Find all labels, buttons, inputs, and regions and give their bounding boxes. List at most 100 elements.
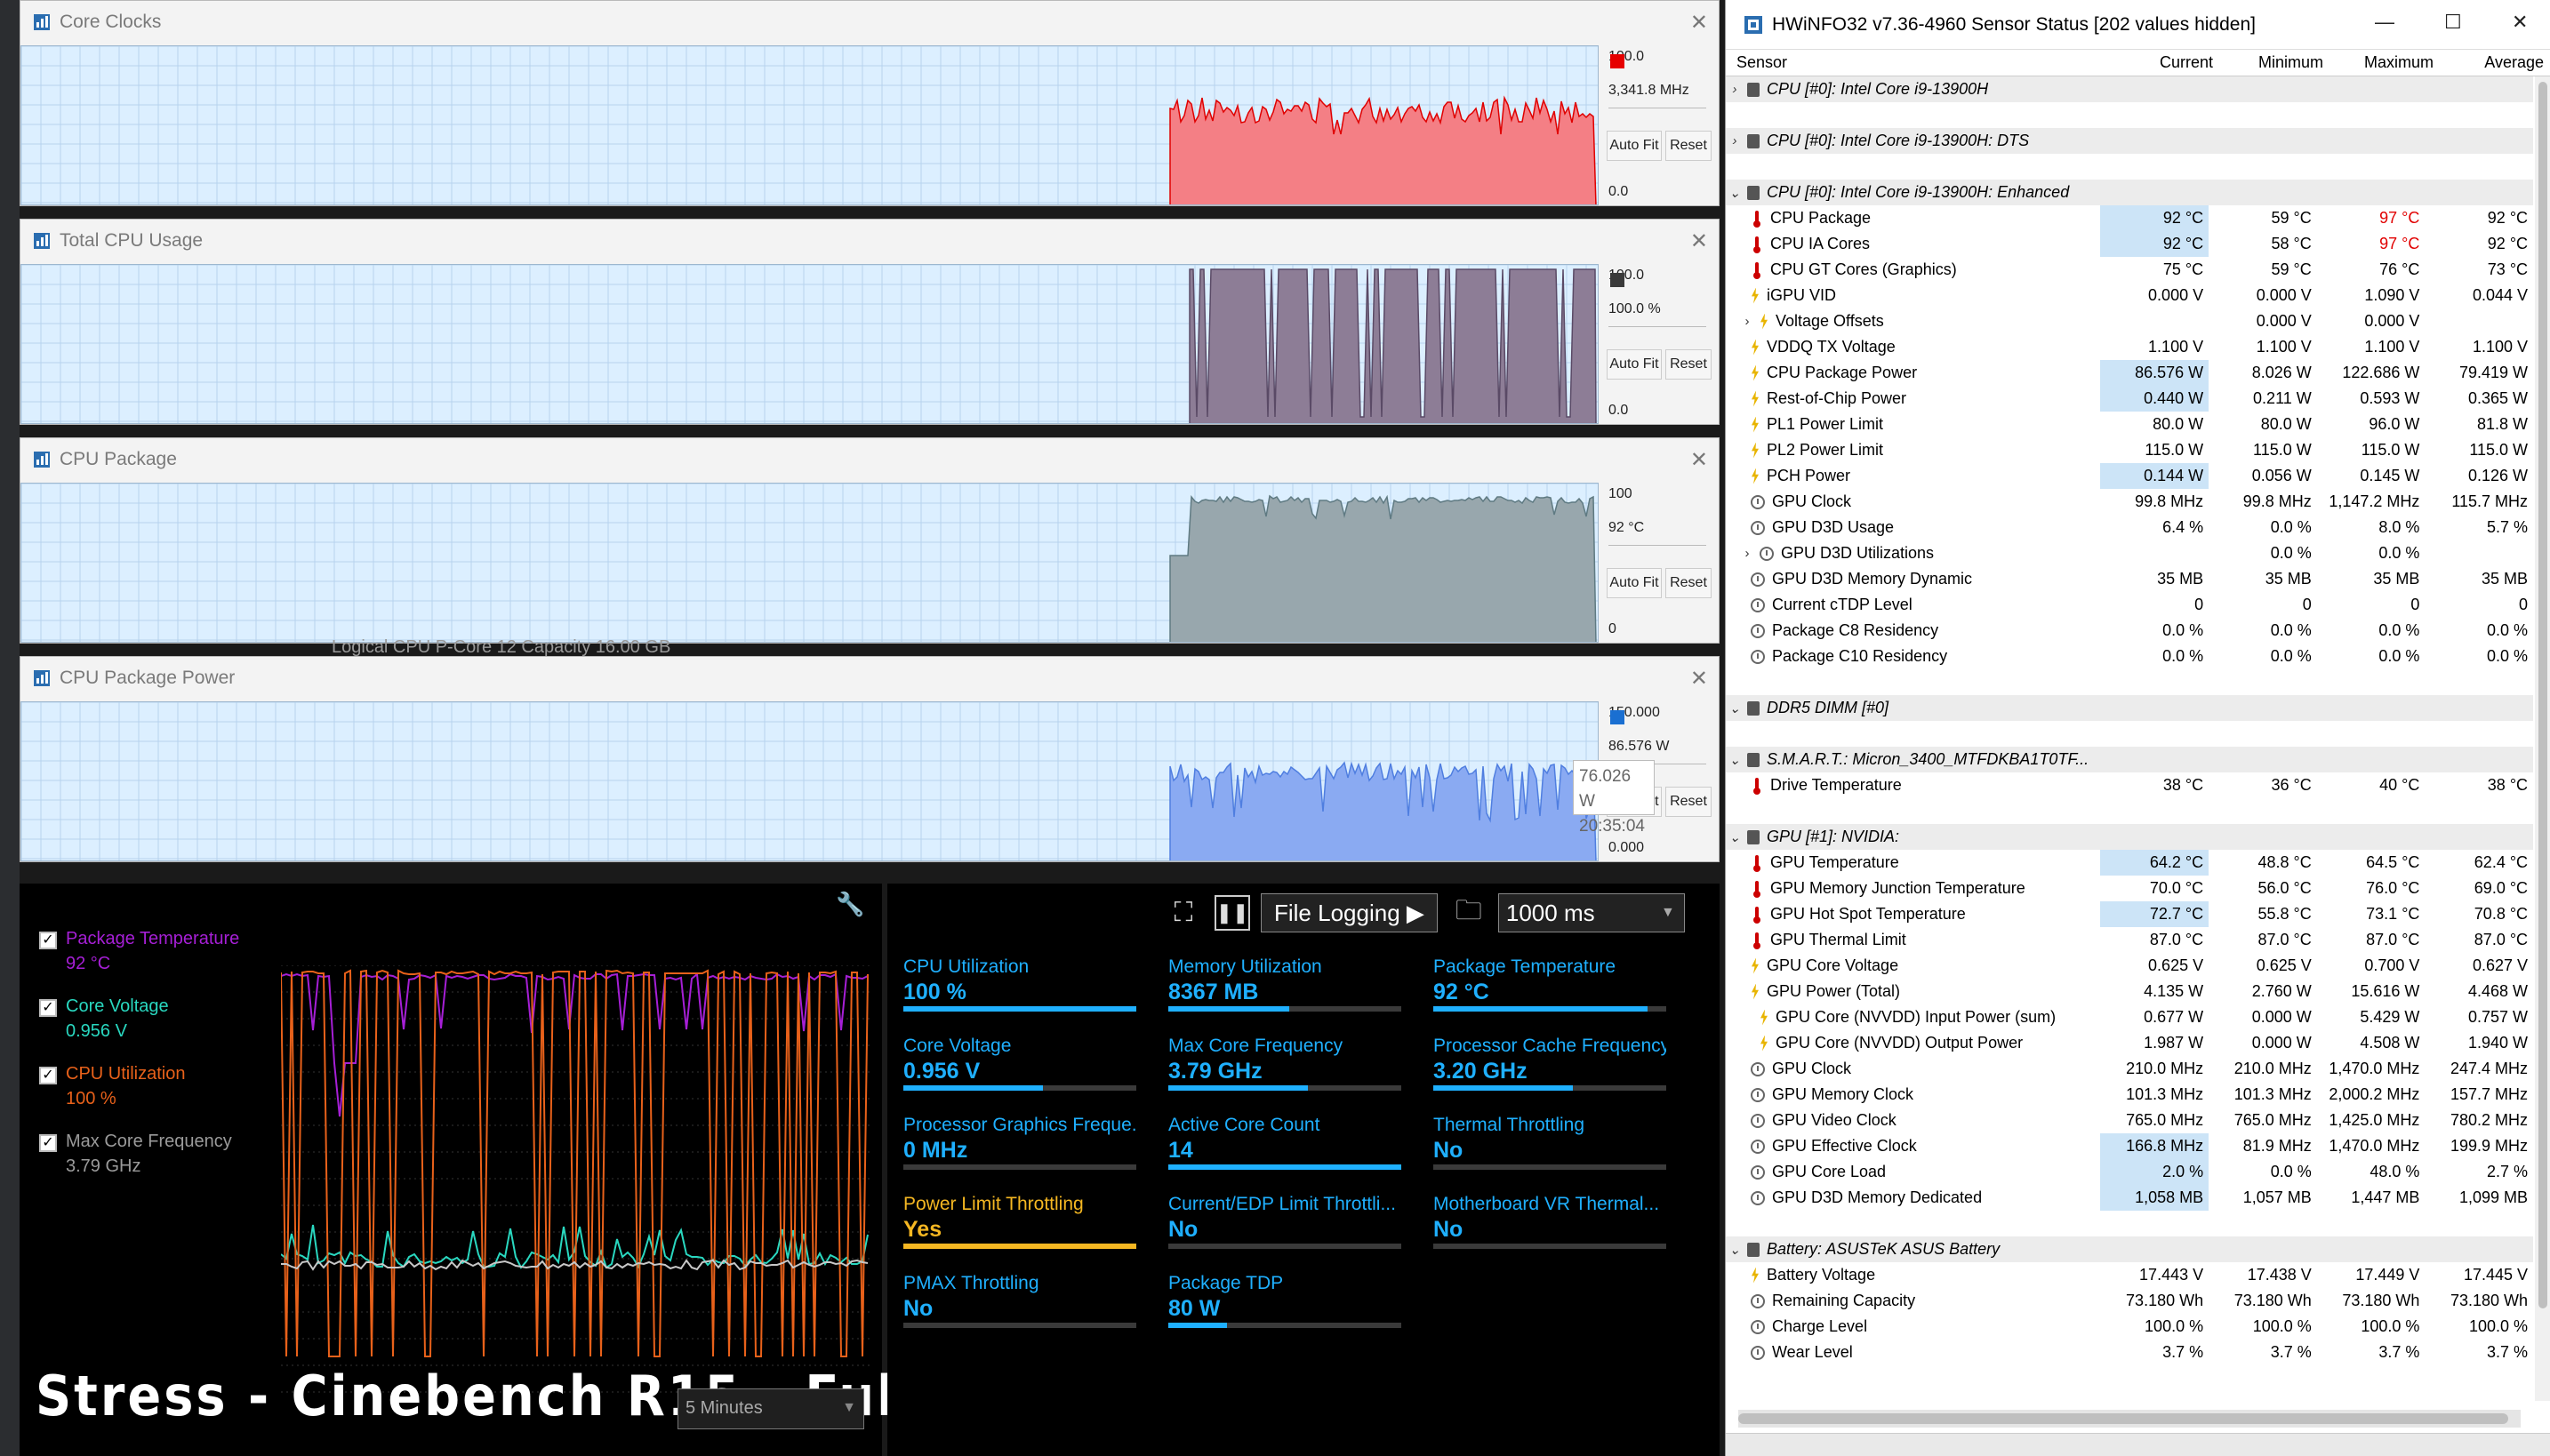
sensor-row[interactable]: PL2 Power Limit 115.0 W 115.0 W 115.0 W 115.… — [1726, 437, 2533, 463]
auto-fit-button[interactable]: Auto Fit — [1607, 568, 1662, 598]
column-maximum[interactable]: Maximum — [2329, 53, 2439, 72]
legend-checkbox[interactable]: ✓ — [39, 1067, 57, 1084]
close-icon[interactable]: ✕ — [1690, 228, 1708, 254]
minimize-icon[interactable]: — — [2375, 11, 2394, 34]
sensor-group-row[interactable]: ⌄ S.M.A.R.T.: Micron_3400_MTFDKBA1T0TF... — [1726, 747, 2533, 772]
sensor-group-row[interactable]: ⌄ GPU [#1]: NVIDIA: — [1726, 824, 2533, 850]
reset-button[interactable]: Reset — [1665, 568, 1712, 598]
close-icon[interactable]: ✕ — [2512, 11, 2528, 34]
expand-chevron-icon[interactable]: ⌄ — [1726, 752, 1744, 768]
metric-tile[interactable]: PMAX Throttling No — [903, 1273, 1136, 1344]
vertical-scrollbar-thumb[interactable] — [2538, 82, 2547, 1308]
sensor-group-row[interactable]: ⌄ DDR5 DIMM [#0] — [1726, 695, 2533, 721]
column-average[interactable]: Average — [2439, 53, 2549, 72]
sensor-row[interactable]: GPU Thermal Limit 87.0 °C 87.0 °C 87.0 °C 87… — [1726, 927, 2533, 953]
series-color-swatch[interactable] — [1610, 710, 1624, 724]
sensor-row[interactable]: GPU D3D Usage 6.4 % 0.0 % 8.0 % 5.7 % — [1726, 515, 2533, 540]
sensor-row[interactable]: CPU Package 92 °C 59 °C 97 °C 92 °C — [1726, 205, 2533, 231]
folder-icon[interactable]: 🗀 — [1448, 892, 1489, 933]
sensor-row[interactable]: GPU Effective Clock 166.8 MHz 81.9 MHz 1,47… — [1726, 1133, 2533, 1159]
sensor-row[interactable]: GPU Core Load 2.0 % 0.0 % 48.0 % 2.7 % — [1726, 1159, 2533, 1185]
sensor-row[interactable]: Package C8 Residency 0.0 % 0.0 % 0.0 % 0.0 % — [1726, 618, 2533, 644]
sensor-row[interactable]: VDDQ TX Voltage 1.100 V 1.100 V 1.100 V 1.10… — [1726, 334, 2533, 360]
sensor-row[interactable]: Battery Voltage 17.443 V 17.438 V 17.449 V 1… — [1726, 1262, 2533, 1288]
sensor-row[interactable]: GPU Core (NVVDD) Input Power (sum) 0.677 … — [1726, 1004, 2533, 1030]
close-icon[interactable]: ✕ — [1690, 10, 1708, 36]
sensor-row[interactable]: GPU Core Voltage 0.625 V 0.625 V 0.700 V 0.6… — [1726, 953, 2533, 979]
reset-button[interactable]: Reset — [1665, 131, 1712, 161]
time-range-dropdown[interactable]: 5 Minutes ▼ — [678, 1388, 864, 1429]
sensor-row[interactable]: Package C10 Residency 0.0 % 0.0 % 0.0 % 0.0 … — [1726, 644, 2533, 669]
sensor-row[interactable]: Charge Level 100.0 % 100.0 % 100.0 % 100.0 % — [1726, 1314, 2533, 1340]
expand-chevron-icon[interactable]: › — [1726, 82, 1744, 97]
auto-fit-button[interactable]: Auto Fit — [1607, 349, 1662, 380]
expand-chevron-icon[interactable]: › — [1738, 546, 1756, 561]
metric-tile[interactable]: Package TDP 80 W — [1168, 1273, 1401, 1344]
metric-tile[interactable]: Max Core Frequency 3.79 GHz — [1168, 1036, 1401, 1107]
horizontal-scrollbar-thumb[interactable] — [1738, 1413, 2508, 1424]
legend-checkbox[interactable]: ✓ — [39, 932, 57, 949]
file-logging-button[interactable]: File Logging ▶ — [1261, 893, 1438, 932]
wrench-icon[interactable]: 🔧 — [836, 891, 864, 918]
metric-tile[interactable]: Memory Utilization 8367 MB — [1168, 956, 1401, 1028]
sensor-row[interactable]: GPU D3D Memory Dynamic 35 MB 35 MB 35 MB 35 … — [1726, 566, 2533, 592]
auto-fit-button[interactable]: Auto Fit — [1607, 131, 1662, 161]
sensor-row[interactable]: GPU Power (Total) 4.135 W 2.760 W 15.616 W 4… — [1726, 979, 2533, 1004]
close-icon[interactable]: ✕ — [1690, 666, 1708, 692]
sensor-row[interactable]: GPU Hot Spot Temperature 72.7 °C 55.8 °C 73… — [1726, 901, 2533, 927]
pause-icon[interactable]: ❚❚ — [1215, 895, 1250, 931]
close-icon[interactable]: ✕ — [1690, 447, 1708, 473]
sensor-row[interactable]: Remaining Capacity 73.180 Wh 73.180 Wh 73.1… — [1726, 1288, 2533, 1314]
metric-tile[interactable]: Thermal Throttling No — [1433, 1115, 1666, 1186]
sensor-row[interactable]: GPU Clock 210.0 MHz 210.0 MHz 1,470.0 MHz 24… — [1726, 1056, 2533, 1082]
sensor-row[interactable]: GPU Memory Clock 101.3 MHz 101.3 MHz 2,000.… — [1726, 1082, 2533, 1108]
metric-tile[interactable]: Core Voltage 0.956 V — [903, 1036, 1136, 1107]
metric-tile[interactable]: Package Temperature 92 °C — [1433, 956, 1666, 1028]
interval-select[interactable]: 1000 ms ▼ — [1497, 893, 1685, 932]
sensor-row[interactable]: GPU Memory Junction Temperature 70.0 °C 56… — [1726, 876, 2533, 901]
legend-checkbox[interactable]: ✓ — [39, 1134, 57, 1152]
sensor-row[interactable]: GPU D3D Memory Dedicated 1,058 MB 1,057 MB… — [1726, 1185, 2533, 1211]
expand-chevron-icon[interactable]: › — [1738, 314, 1756, 329]
expand-chevron-icon[interactable]: ⌄ — [1726, 700, 1744, 716]
expand-chevron-icon[interactable]: ⌄ — [1726, 185, 1744, 201]
expand-icon[interactable]: ⛶ — [1163, 892, 1204, 933]
sensor-row[interactable]: PL1 Power Limit 80.0 W 80.0 W 96.0 W 81.8 W — [1726, 412, 2533, 437]
metric-tile[interactable]: Current/EDP Limit Throttli... No — [1168, 1194, 1401, 1265]
sensor-row[interactable]: Current cTDP Level 0 0 0 0 — [1726, 592, 2533, 618]
reset-button[interactable]: Reset — [1665, 349, 1712, 380]
series-color-swatch[interactable] — [1610, 273, 1624, 287]
vertical-scrollbar[interactable] — [2535, 76, 2550, 1401]
column-sensor[interactable]: Sensor — [1726, 53, 2108, 72]
metric-tile[interactable]: Processor Cache Frequency 3.20 GHz — [1433, 1036, 1666, 1107]
expand-chevron-icon[interactable]: › — [1726, 133, 1744, 148]
sensor-row[interactable]: GPU Temperature 64.2 °C 48.8 °C 64.5 °C 62.4… — [1726, 850, 2533, 876]
sensor-group-row[interactable]: ⌄ CPU [#0]: Intel Core i9-13900H: Enhance… — [1726, 180, 2533, 205]
sensor-row[interactable]: GPU Core (NVVDD) Output Power 1.987 W 0.00… — [1726, 1030, 2533, 1056]
sensor-group-row[interactable]: ⌄ Battery: ASUSTeK ASUS Battery — [1726, 1236, 2533, 1262]
sensor-row[interactable]: GPU Clock 99.8 MHz 99.8 MHz 1,147.2 MHz 115.… — [1726, 489, 2533, 515]
sensor-row[interactable]: iGPU VID 0.000 V 0.000 V 1.090 V 0.044 V — [1726, 283, 2533, 308]
sensor-group-row[interactable]: › CPU [#0]: Intel Core i9-13900H — [1726, 76, 2533, 102]
sensor-row[interactable]: CPU GT Cores (Graphics) 75 °C 59 °C 76 °C 73… — [1726, 257, 2533, 283]
sensor-row[interactable]: › GPU D3D Utilizations 0.0 % 0.0 % — [1726, 540, 2533, 566]
metric-tile[interactable]: Motherboard VR Thermal... No — [1433, 1194, 1666, 1265]
metric-tile[interactable]: CPU Utilization 100 % — [903, 956, 1136, 1028]
sensor-row[interactable]: Wear Level 3.7 % 3.7 % 3.7 % 3.7 % — [1726, 1340, 2533, 1365]
sensor-row[interactable]: Drive Temperature 38 °C 36 °C 40 °C 38 °C — [1726, 772, 2533, 798]
sensor-row[interactable]: GPU Video Clock 765.0 MHz 765.0 MHz 1,425.0… — [1726, 1108, 2533, 1133]
series-color-swatch[interactable] — [1610, 54, 1624, 68]
sensor-row[interactable]: CPU Package Power 86.576 W 8.026 W 122.686 … — [1726, 360, 2533, 386]
legend-checkbox[interactable]: ✓ — [39, 999, 57, 1017]
metric-tile[interactable]: Active Core Count 14 — [1168, 1115, 1401, 1186]
maximize-icon[interactable]: ☐ — [2444, 11, 2462, 34]
reset-button[interactable]: Reset — [1665, 787, 1712, 817]
sensor-group-row[interactable]: › CPU [#0]: Intel Core i9-13900H: DTS — [1726, 128, 2533, 154]
sensor-row[interactable]: CPU IA Cores 92 °C 58 °C 97 °C 92 °C — [1726, 231, 2533, 257]
expand-chevron-icon[interactable]: ⌄ — [1726, 1242, 1744, 1258]
sensor-row[interactable]: PCH Power 0.144 W 0.056 W 0.145 W 0.126 W — [1726, 463, 2533, 489]
column-minimum[interactable]: Minimum — [2218, 53, 2329, 72]
metric-tile[interactable]: Processor Graphics Freque... 0 MHz — [903, 1115, 1136, 1186]
column-current[interactable]: Current — [2108, 53, 2218, 72]
expand-chevron-icon[interactable]: ⌄ — [1726, 829, 1744, 845]
